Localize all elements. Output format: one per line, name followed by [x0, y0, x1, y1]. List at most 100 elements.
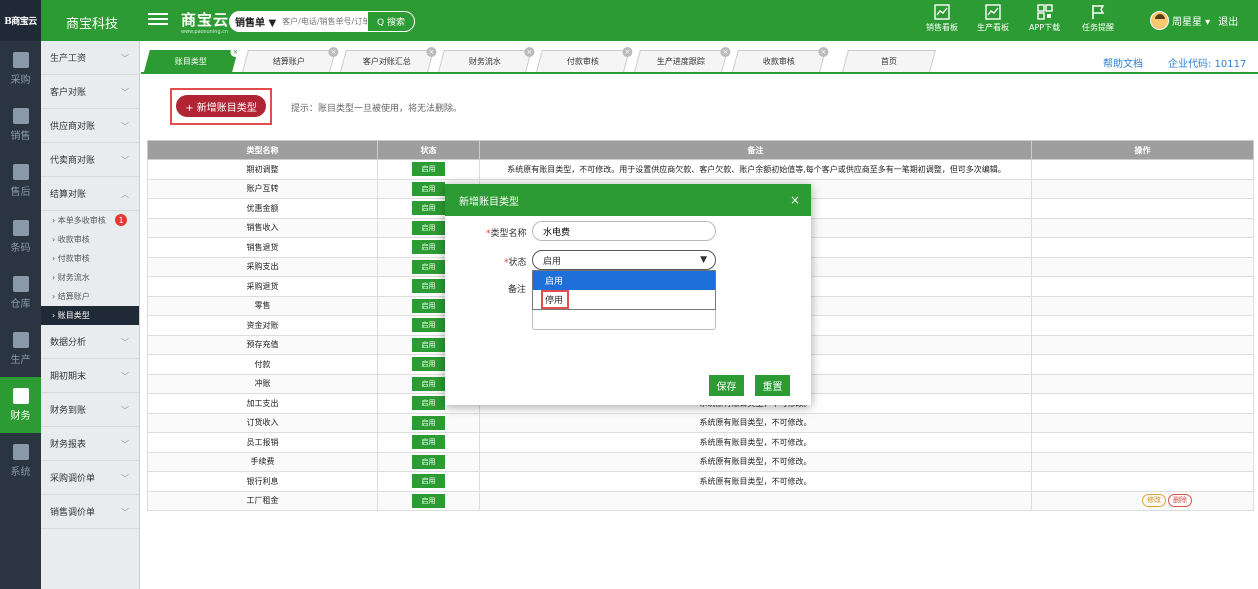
remark-label: 备注: [508, 285, 527, 295]
search-button[interactable]: Q 搜索: [367, 11, 415, 32]
logout-link[interactable]: 退出: [1218, 13, 1238, 28]
menu-supplier-reconcile[interactable]: 供应商对账 ﹀: [41, 109, 139, 143]
app-download-button[interactable]: APP下载: [1029, 4, 1060, 33]
sub-item-payment-review[interactable]: › 付款审核: [41, 249, 139, 268]
module-purchase[interactable]: 采购: [0, 41, 41, 97]
module-label: 采购: [10, 75, 31, 86]
operation-cell: [1031, 217, 1254, 238]
top-bar: B商宝云 商宝科技 商宝云 www.paoxuning.cn 销售单 ▼ Q 搜…: [0, 0, 1258, 41]
sales-board-label: 销售看板: [926, 23, 958, 32]
status-selected-value: 启用: [543, 256, 562, 267]
type-name-cell: 工厂租金: [147, 490, 378, 511]
status-badge: 启用: [412, 279, 445, 294]
remark-cell: 系统原有账目类型，不可修改。用于设置供应商欠款、客户欠款、账户余额初始值等,每个…: [479, 159, 1032, 180]
module-system[interactable]: 系统: [0, 433, 41, 489]
sub-item-account-type[interactable]: › 账目类型: [41, 306, 139, 325]
close-icon[interactable]: ×: [328, 47, 339, 57]
tab-label: 收款审核: [762, 57, 795, 66]
task-reminder-button[interactable]: 任务提醒: [1082, 4, 1114, 33]
search-type-select[interactable]: 销售单 ▼: [229, 14, 276, 29]
close-icon[interactable]: ×: [524, 47, 535, 57]
close-icon[interactable]: ×: [818, 47, 829, 57]
module-barcode[interactable]: 条码: [0, 209, 41, 265]
status-cell: 启用: [377, 412, 480, 433]
sub-item-settlement-account[interactable]: › 结算账户: [41, 287, 139, 306]
menu-agent-reconcile[interactable]: 代卖商对账 ﹀: [41, 143, 139, 177]
help-doc-link[interactable]: 帮助文档: [1103, 55, 1143, 70]
tab-production-progress[interactable]: 生产进度跟踪 ×: [634, 47, 731, 72]
menu-production-wage[interactable]: 生产工资 ﹀: [41, 41, 139, 75]
type-name-cell: 冲账: [147, 373, 378, 394]
menu-purchase-price-adjust[interactable]: 采购调价单 ﹀: [41, 461, 139, 495]
menu-label: 供应商对账: [50, 122, 96, 132]
tab-label: 生产进度跟踪: [656, 57, 705, 66]
menu-finance-arrival[interactable]: 财务到账 ﹀: [41, 393, 139, 427]
menu-customer-reconcile[interactable]: 客户对账 ﹀: [41, 75, 139, 109]
module-production[interactable]: 生产: [0, 321, 41, 377]
hamburger-menu-icon[interactable]: [148, 10, 168, 28]
tab-account-type[interactable]: 账目类型 ×: [144, 47, 241, 72]
status-badge: 启用: [412, 435, 445, 450]
remark-cell: 系统原有账目类型，不可修改。: [479, 451, 1032, 472]
reset-button[interactable]: 重置: [755, 375, 790, 396]
add-account-type-button[interactable]: + 新增账目类型: [176, 95, 266, 117]
type-name-input[interactable]: [532, 221, 716, 241]
operation-cell: [1031, 256, 1254, 277]
status-select[interactable]: 启用 ▼: [532, 250, 716, 270]
tab-receipt-review[interactable]: 收款审核 ×: [732, 47, 829, 72]
status-badge: 启用: [412, 259, 445, 274]
module-label: 仓库: [10, 299, 31, 310]
close-icon[interactable]: ×: [790, 193, 800, 207]
production-board-button[interactable]: 生产看板: [977, 4, 1009, 33]
building-icon: [12, 164, 29, 180]
status-badge: 启用: [412, 220, 445, 235]
menu-settlement[interactable]: 结算对账 ︿: [41, 177, 139, 211]
status-badge: 启用: [412, 454, 445, 469]
status-option-enabled[interactable]: 启用: [533, 271, 715, 290]
menu-period[interactable]: 期初期末 ﹀: [41, 359, 139, 393]
status-badge: 启用: [412, 240, 445, 255]
menu-finance-report[interactable]: 财务报表 ﹀: [41, 427, 139, 461]
module-warehouse[interactable]: 仓库: [0, 265, 41, 321]
close-icon[interactable]: ×: [230, 47, 241, 57]
operation-cell: [1031, 393, 1254, 414]
save-button[interactable]: 保存: [709, 375, 744, 396]
sub-item-label: 本单多收审核: [57, 216, 106, 225]
sales-board-button[interactable]: 销售看板: [926, 4, 958, 33]
chevron-down-icon: ﹀: [121, 54, 129, 63]
type-name-cell: 账户互转: [147, 178, 378, 199]
tab-settlement-account[interactable]: 结算账户 ×: [242, 47, 339, 72]
company-name: 商宝科技: [66, 17, 119, 32]
close-icon[interactable]: ×: [720, 47, 731, 57]
menu-label: 代卖商对账: [50, 156, 96, 166]
table-row: 手续费 启用 系统原有账目类型，不可修改。: [147, 451, 1254, 472]
delete-button[interactable]: 删除: [1168, 494, 1192, 508]
menu-data-analysis[interactable]: 数据分析 ﹀: [41, 325, 139, 359]
chevron-down-icon: ﹀: [121, 122, 129, 131]
user-name-dropdown[interactable]: 周星星 ▾: [1172, 13, 1210, 28]
close-icon[interactable]: ×: [622, 47, 633, 57]
tab-customer-summary[interactable]: 客户对账汇总 ×: [340, 47, 437, 72]
chevron-down-icon: ﹀: [121, 156, 129, 165]
status-badge: 启用: [412, 415, 445, 430]
type-name-cell: 付款: [147, 354, 378, 375]
edit-button[interactable]: 修改: [1142, 494, 1166, 508]
status-badge: 启用: [412, 318, 445, 333]
barcode-icon: [12, 220, 29, 236]
sub-item-label: 收款审核: [57, 235, 90, 244]
module-finance[interactable]: 财务: [0, 377, 41, 433]
caret-down-icon: ▼: [700, 255, 707, 265]
tab-payment-review[interactable]: 付款审核 ×: [536, 47, 633, 72]
module-sales[interactable]: 销售: [0, 97, 41, 153]
menu-sales-price-adjust[interactable]: 销售调价单 ﹀: [41, 495, 139, 529]
sub-item-overpay-review[interactable]: › 本单多收审核 1: [41, 211, 139, 230]
close-icon[interactable]: ×: [426, 47, 437, 57]
tab-cash-flow[interactable]: 财务流水 ×: [438, 47, 535, 72]
hint-text: 提示：账目类型一旦被使用，将无法删除。: [291, 104, 463, 114]
module-aftersale[interactable]: 售后: [0, 153, 41, 209]
sub-item-receipt-review[interactable]: › 收款审核: [41, 230, 139, 249]
sub-item-label: 财务流水: [57, 273, 90, 282]
tab-home[interactable]: 首页: [842, 50, 936, 72]
sub-item-cash-flow[interactable]: › 财务流水: [41, 268, 139, 287]
avatar[interactable]: [1150, 11, 1169, 30]
